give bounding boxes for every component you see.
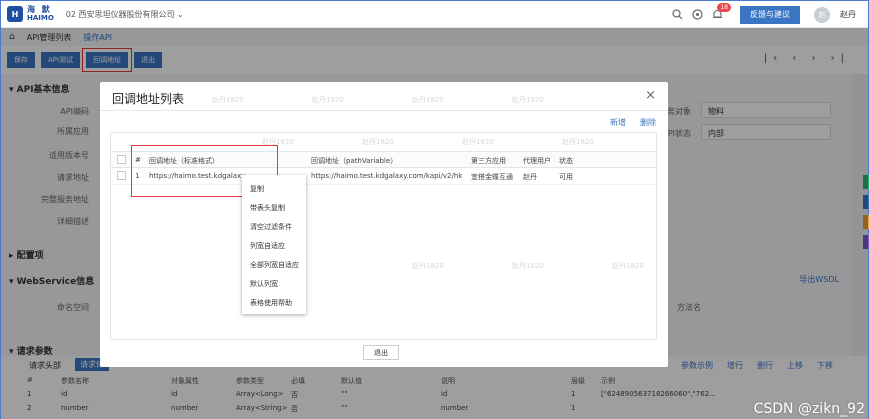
watermark: 赵丹1820	[412, 96, 444, 104]
row-proxy-user[interactable]: 赵丹	[523, 172, 537, 182]
menu-item-copy[interactable]: 复制	[250, 184, 264, 194]
callback-address-dialog: 回调地址列表 × 新增 删除 # 回调地址（标准格式） 回调地址（pathVar…	[100, 82, 668, 367]
company-selector[interactable]: 02 西安思坦仪器股份有限公司 ⌄	[66, 9, 184, 20]
dialog-title: 回调地址列表	[112, 92, 185, 106]
delete-callback-link[interactable]: 删除	[640, 117, 656, 128]
menu-item-table-help[interactable]: 表格使用帮助	[250, 298, 292, 308]
close-icon[interactable]: ×	[645, 88, 656, 103]
col-third-party-app[interactable]: 第三方应用	[471, 156, 506, 166]
apps-icon[interactable]	[690, 8, 704, 22]
search-icon[interactable]	[670, 8, 684, 22]
menu-item-default-width[interactable]: 默认列宽	[250, 279, 278, 289]
watermark: 赵丹1820	[412, 262, 444, 270]
csdn-watermark: CSDN @zikn_92	[753, 401, 865, 417]
watermark: 赵丹1820	[212, 96, 244, 104]
menu-item-copy-with-header[interactable]: 带表头复制	[250, 203, 285, 213]
row-status[interactable]: 可用	[559, 172, 573, 182]
watermark: 赵丹1820	[312, 96, 344, 104]
haimo-logo: H	[7, 6, 23, 22]
row-third-party-app[interactable]: 宜搭金蝶互通	[471, 172, 513, 182]
add-callback-link[interactable]: 新增	[610, 117, 626, 128]
watermark: 赵丹1820	[262, 138, 294, 146]
watermark: 赵丹1820	[512, 96, 544, 104]
brand: 海 默 HAIMO	[27, 5, 54, 23]
notification-badge: 18	[717, 2, 731, 12]
bell-icon[interactable]: 18	[710, 2, 731, 22]
select-all-checkbox[interactable]	[117, 155, 126, 164]
top-right-tools: 18 反馈与建议 赵 赵丹	[664, 2, 856, 24]
dialog-divider	[100, 110, 668, 111]
user-name[interactable]: 赵丹	[840, 9, 856, 20]
watermark: 赵丹1820	[612, 262, 644, 270]
row-checkbox[interactable]	[117, 171, 126, 180]
watermark: 赵丹1820	[462, 138, 494, 146]
avatar[interactable]: 赵	[814, 6, 830, 23]
top-bar: H 海 默 HAIMO 02 西安思坦仪器股份有限公司 ⌄ 18 反馈与建议 赵…	[1, 1, 868, 28]
menu-item-autofit-column[interactable]: 列宽自适应	[250, 241, 285, 251]
watermark: 赵丹1820	[362, 138, 394, 146]
feedback-button[interactable]: 反馈与建议	[740, 5, 800, 24]
brand-name-en: HAIMO	[27, 14, 54, 22]
row-callback-pathvariable[interactable]: https://haimo.test.kdgalaxy.com/kapi/v2/…	[311, 172, 463, 180]
watermark: 赵丹1820	[512, 262, 544, 270]
menu-item-clear-filter[interactable]: 清空过滤条件	[250, 222, 292, 232]
menu-item-autofit-all[interactable]: 全部列宽自适应	[250, 260, 299, 270]
brand-name-cn: 海 默	[27, 5, 52, 14]
col-proxy-user[interactable]: 代理用户	[523, 156, 551, 166]
col-status[interactable]: 状态	[559, 156, 573, 166]
dialog-exit-button[interactable]: 退出	[363, 345, 399, 360]
context-menu: 复制 带表头复制 清空过滤条件 列宽自适应 全部列宽自适应 默认列宽 表格使用帮…	[242, 175, 306, 314]
watermark: 赵丹1820	[562, 138, 594, 146]
col-callback-pathvariable[interactable]: 回调地址（pathVariable）	[311, 156, 397, 166]
